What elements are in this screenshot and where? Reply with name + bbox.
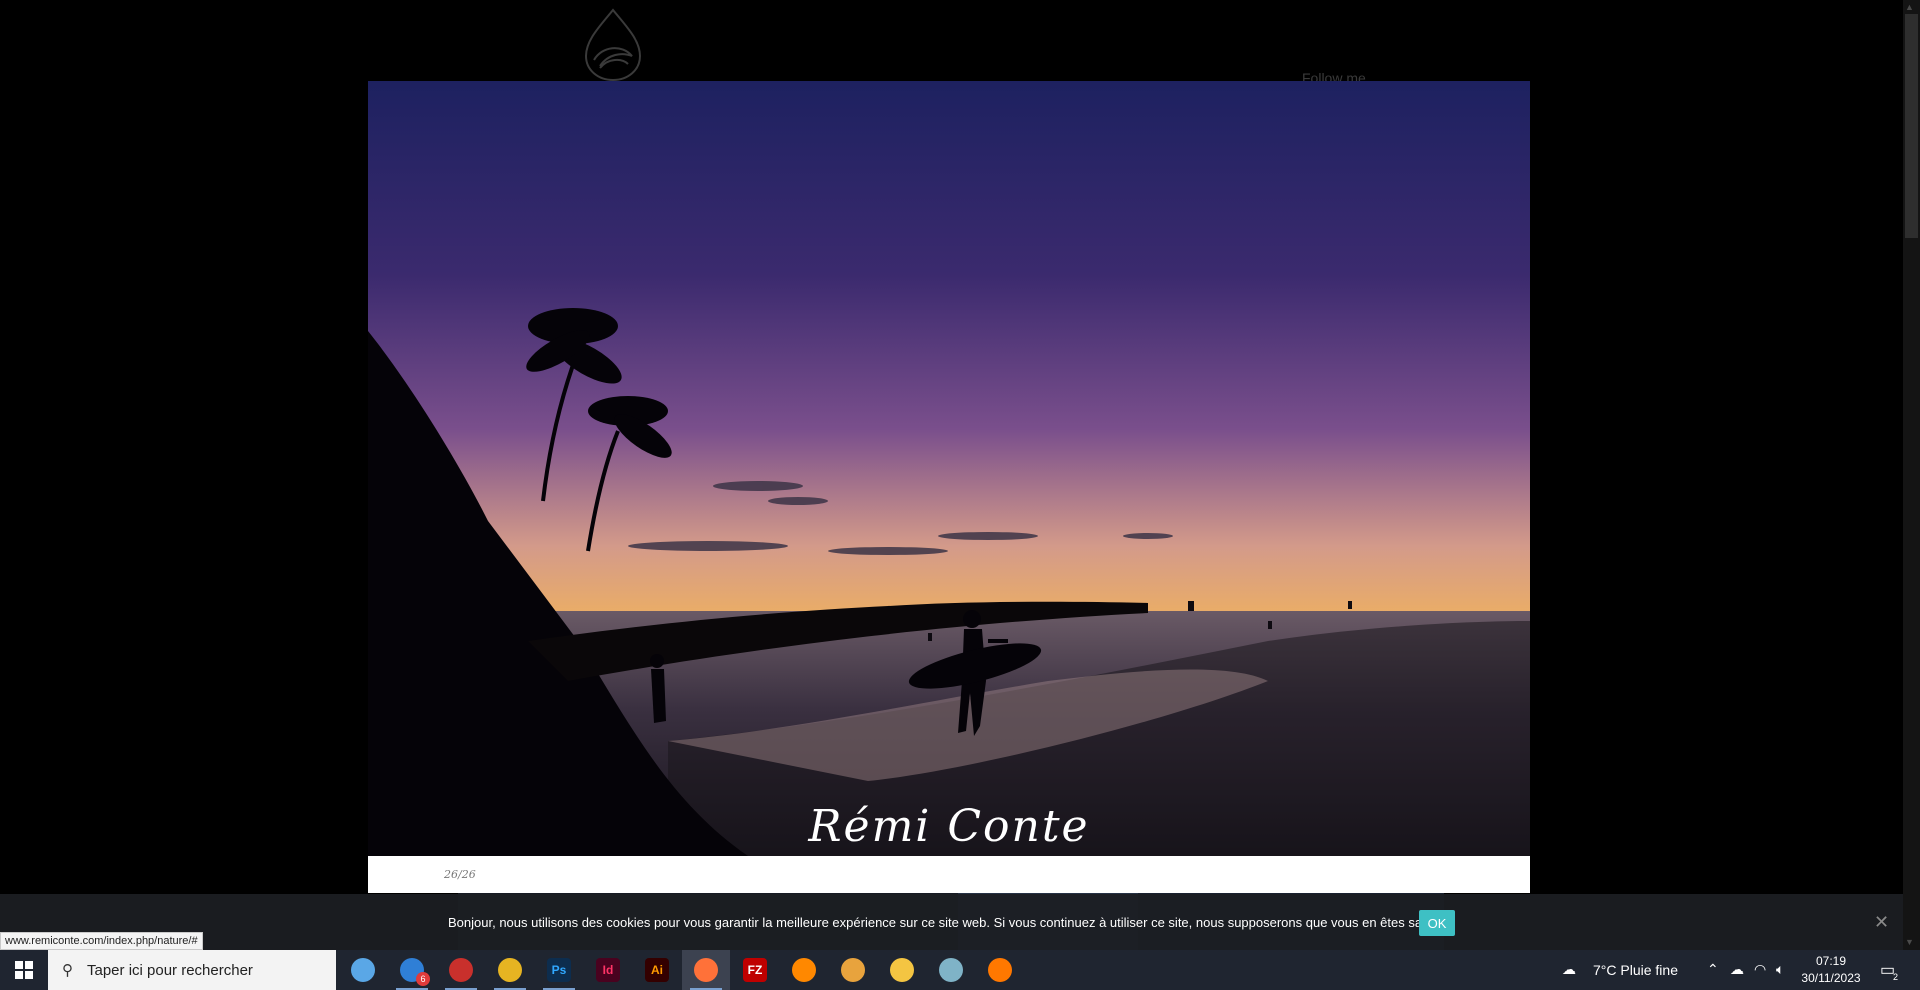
vpn-icon — [841, 958, 865, 982]
site-logo-icon[interactable] — [570, 6, 656, 82]
search-placeholder: Taper ici pour rechercher — [87, 961, 253, 979]
taskbar-app-avast[interactable] — [976, 950, 1024, 990]
scroll-up-icon[interactable]: ▲ — [1905, 2, 1914, 12]
filezilla-icon: FZ — [743, 958, 767, 982]
wifi-icon[interactable]: ◠ — [1754, 961, 1766, 978]
taskbar-app-file-explorer[interactable] — [878, 950, 926, 990]
taskbar-app-vlc[interactable] — [780, 950, 828, 990]
taskbar-app-filezilla[interactable]: FZ — [731, 950, 779, 990]
avast-icon — [988, 958, 1012, 982]
scrollbar-thumb[interactable] — [1905, 14, 1918, 238]
cookie-ok-button[interactable]: OK — [1419, 910, 1455, 936]
taskbar-app-firefox[interactable] — [682, 950, 730, 990]
cookie-consent-bar: Bonjour, nous utilisons des cookies pour… — [0, 894, 1920, 950]
status-bar-url: www.remiconte.com/index.php/nature/# — [0, 932, 203, 950]
cookie-message: Bonjour, nous utilisons des cookies pour… — [448, 915, 1457, 930]
windows-start-button[interactable] — [0, 950, 48, 990]
taskbar-app-photoshop[interactable]: Ps — [535, 950, 583, 990]
taskbar-search-box[interactable]: ⚲ Taper ici pour rechercher — [48, 950, 336, 990]
taskbar-app-vpn[interactable] — [829, 950, 877, 990]
windows-logo-icon — [15, 961, 33, 979]
sunset-surfer-photo — [368, 81, 1530, 856]
photoshop-icon: Ps — [547, 958, 571, 982]
taskbar-app-red-app[interactable] — [437, 950, 485, 990]
image-lightbox: Rémi Conte 26/26 — [368, 81, 1530, 893]
taskbar-app-messenger[interactable]: 6 — [388, 950, 436, 990]
taskbar-app-notes[interactable] — [927, 950, 975, 990]
taskbar-app-indesign[interactable]: Id — [584, 950, 632, 990]
image-counter: 26/26 — [444, 868, 476, 881]
windows-taskbar: ⚲ Taper ici pour rechercher 6 Ps Id Ai FZ ☁ … — [0, 950, 1920, 990]
taskbar-app-illustrator[interactable]: Ai — [633, 950, 681, 990]
photographer-signature: Rémi Conte — [808, 801, 1090, 852]
indesign-icon: Id — [596, 958, 620, 982]
notes-icon — [939, 958, 963, 982]
illustrator-icon: Ai — [645, 958, 669, 982]
browser-viewport: Follow me Rémi Conte 26/26 Bonjour, nous… — [0, 0, 1920, 950]
system-clock[interactable]: 07:19 30/11/2023 — [1800, 953, 1862, 987]
chevron-up-icon[interactable]: ⌃ — [1707, 961, 1719, 978]
lightbox-photo[interactable]: Rémi Conte — [368, 81, 1530, 856]
clock-time: 07:19 — [1815, 954, 1847, 968]
weather-icon[interactable]: ☁ — [1562, 961, 1576, 978]
firefox-icon — [694, 958, 718, 982]
lightbox-caption-bar: 26/26 — [368, 856, 1530, 893]
red-app-icon — [449, 958, 473, 982]
volume-icon[interactable]: 🔈︎ — [1776, 961, 1784, 978]
chrome-icon — [498, 958, 522, 982]
laptop-icon — [351, 958, 375, 982]
scroll-down-icon[interactable]: ▼ — [1905, 937, 1914, 947]
notification-count: 2 — [1893, 972, 1899, 982]
unread-badge: 6 — [416, 972, 430, 986]
weather-readout[interactable]: 7°C Pluie fine — [1593, 962, 1678, 978]
taskbar-app-laptop[interactable] — [339, 950, 387, 990]
taskbar-app-chrome[interactable] — [486, 950, 534, 990]
file-explorer-icon — [890, 958, 914, 982]
clock-date: 30/11/2023 — [1801, 971, 1861, 985]
search-icon: ⚲ — [62, 962, 73, 979]
onedrive-icon[interactable]: ☁ — [1730, 961, 1744, 978]
vlc-icon — [792, 958, 816, 982]
close-icon[interactable]: ✕ — [1874, 912, 1889, 933]
